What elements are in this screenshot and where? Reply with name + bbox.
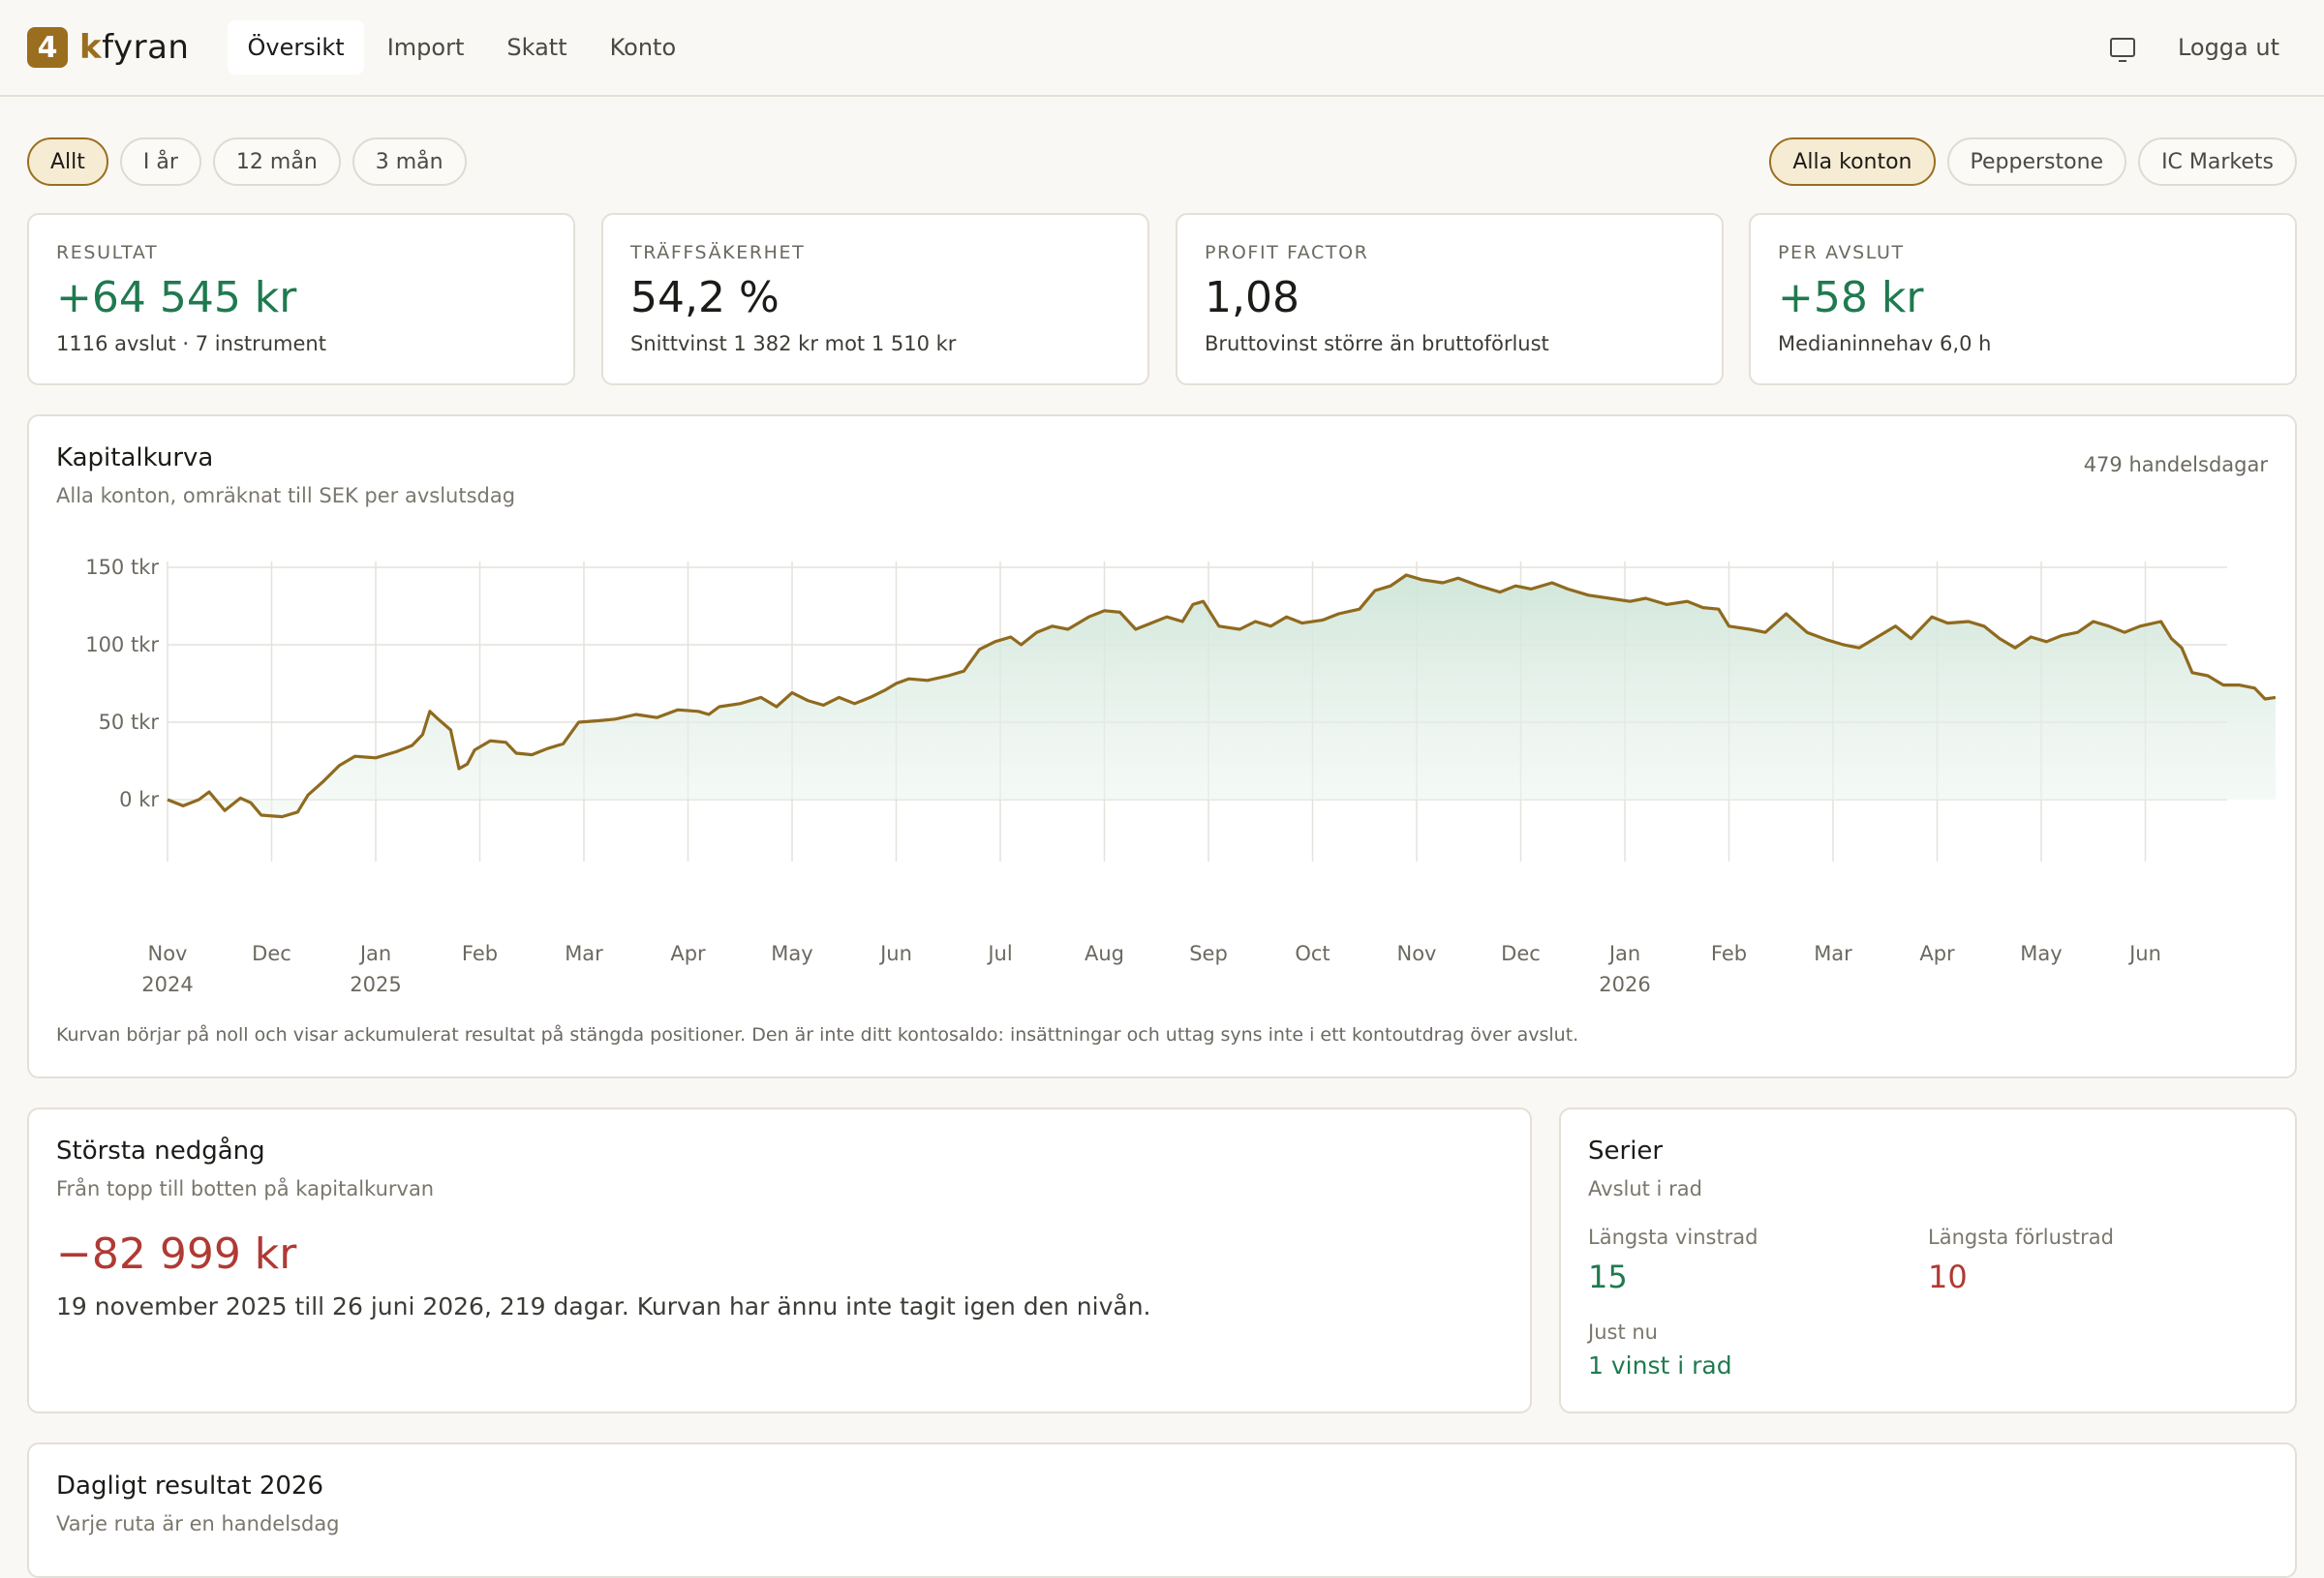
streaks-grid: Längsta vinstrad 15 Längsta förlustrad 1… (1588, 1226, 2268, 1295)
x-tick-label: Sep (1189, 942, 1228, 965)
equity-area (168, 575, 2276, 817)
y-tick-label: 0 kr (119, 788, 159, 811)
filter-bar: Allt I år 12 mån 3 mån Alla konton Peppe… (27, 137, 2297, 186)
stat-value: +64 545 kr (56, 273, 297, 322)
nav-konto[interactable]: Konto (591, 20, 696, 75)
x-tick-label: Jun (2127, 942, 2161, 965)
streaks-subtitle: Avslut i rad (1588, 1177, 1702, 1200)
stat-sub: Medianinnehav 6,0 h (1778, 332, 1992, 355)
trading-days-badge: 479 handelsdagar (2083, 453, 2268, 476)
x-tick-label: Feb (1711, 942, 1747, 965)
equity-note: Kurvan börjar på noll och visar ackumule… (56, 1024, 1579, 1046)
x-tick-label: Dec (1501, 942, 1541, 965)
period-3-months[interactable]: 3 mån (352, 137, 467, 186)
loss-streak-label: Längsta förlustrad (1928, 1226, 2114, 1249)
equity-card: 0 kr 50 tkr 100 tkr 150 tkr Nov 2024 Dec Jan 20… (27, 414, 2297, 1078)
stat-sub: Snittvinst 1 382 kr mot 1 510 kr (630, 332, 957, 355)
stat-label: RESULTAT (56, 242, 159, 263)
logo-text: kfyran (79, 28, 189, 67)
drawdown-value: −82 999 kr (56, 1229, 297, 1279)
header-actions: Logga ut (2109, 34, 2297, 62)
x-tick-year: 2025 (350, 973, 401, 996)
x-tick-label: Jun (878, 942, 912, 965)
y-tick-label: 50 tkr (99, 711, 160, 734)
y-tick-label: 100 tkr (85, 633, 159, 656)
drawdown-text: 19 november 2025 till 26 juni 2026, 219 … (56, 1292, 1151, 1320)
equity-title: Kapitalkurva (56, 443, 214, 472)
nav-import[interactable]: Import (368, 20, 484, 75)
stat-card-result: RESULTAT +64 545 kr 1116 avslut · 7 inst… (27, 213, 575, 385)
stat-value: 54,2 % (630, 273, 780, 322)
x-tick-label: Nov (148, 942, 188, 965)
stat-sub: 1116 avslut · 7 instrument (56, 332, 326, 355)
equity-chart: 0 kr 50 tkr 100 tkr 150 tkr Nov 2024 Dec Jan 20… (85, 556, 2277, 996)
daily-title: Dagligt resultat 2026 (56, 1472, 323, 1501)
account-pepperstone[interactable]: Pepperstone (1946, 137, 2127, 186)
equity-subtitle: Alla konton, omräknat till SEK per avslu… (56, 484, 516, 507)
stat-sub: Bruttovinst större än bruttoförlust (1205, 332, 1549, 355)
current-streak-label: Just nu (1588, 1320, 1658, 1344)
loss-streak: Längsta förlustrad 10 (1928, 1226, 2268, 1295)
account-all[interactable]: Alla konton (1769, 137, 1936, 186)
period-all[interactable]: Allt (27, 137, 108, 186)
x-tick-label: Oct (1295, 942, 1330, 965)
stat-card-profit-factor: PROFIT FACTOR 1,08 Bruttovinst större än… (1176, 213, 1724, 385)
logo-badge: 4 (27, 27, 68, 68)
logo[interactable]: 4 kfyran (27, 27, 189, 68)
x-tick-label: Aug (1085, 942, 1124, 965)
account-ic-markets[interactable]: IC Markets (2138, 137, 2297, 186)
win-streak: Längsta vinstrad 15 (1588, 1226, 1928, 1295)
win-streak-label: Längsta vinstrad (1588, 1226, 1758, 1249)
period-this-year[interactable]: I år (119, 137, 201, 186)
stat-label: TRÄFFSÄKERHET (630, 242, 806, 263)
x-tick-label: Apr (670, 942, 706, 965)
loss-streak-value: 10 (1928, 1259, 1968, 1295)
stat-label: PROFIT FACTOR (1205, 242, 1369, 263)
drawdown-card: Största nedgång Från topp till botten på… (27, 1108, 1532, 1413)
account-filter: Alla konton Pepperstone IC Markets (1769, 137, 2297, 186)
logo-accent: k (79, 28, 103, 67)
period-12-months[interactable]: 12 mån (212, 137, 341, 186)
x-tick-year: 2026 (1599, 973, 1650, 996)
x-tick-label: Apr (1919, 942, 1955, 965)
stat-value: +58 kr (1778, 273, 1924, 322)
current-streak: Just nu 1 vinst i rad (1588, 1320, 2268, 1380)
streaks-card: Serier Avslut i rad Längsta vinstrad 15 … (1559, 1108, 2297, 1413)
nav-oversikt[interactable]: Översikt (228, 20, 364, 75)
stat-label: PER AVSLUT (1778, 242, 1905, 263)
y-tick-label: 150 tkr (85, 556, 159, 579)
x-tick-label: May (2020, 942, 2062, 965)
x-tick-label: Jan (1607, 942, 1640, 965)
period-filter: Allt I år 12 mån 3 mån (27, 137, 467, 186)
logout-button[interactable]: Logga ut (2178, 34, 2279, 61)
logo-name: fyran (102, 28, 190, 67)
x-tick-label: May (771, 942, 812, 965)
monitor-icon[interactable] (2109, 38, 2135, 62)
top-bar: 4 kfyran Översikt Import Skatt Konto Log… (0, 0, 2324, 97)
drawdown-subtitle: Från topp till botten på kapitalkurvan (56, 1177, 435, 1200)
x-tick-year: 2024 (141, 973, 193, 996)
x-tick-label: Dec (252, 942, 291, 965)
nav-skatt[interactable]: Skatt (487, 20, 586, 75)
x-tick-label: Jul (986, 942, 1012, 965)
stat-card-hit-rate: TRÄFFSÄKERHET 54,2 % Snittvinst 1 382 kr… (601, 213, 1149, 385)
x-tick-label: Mar (565, 942, 603, 965)
stat-value: 1,08 (1205, 273, 1300, 322)
x-tick-label: Jan (358, 942, 391, 965)
streaks-title: Serier (1588, 1137, 1664, 1166)
x-tick-label: Mar (1814, 942, 1852, 965)
win-streak-value: 15 (1588, 1259, 1628, 1295)
daily-results-card: Dagligt resultat 2026 Varje ruta är en h… (27, 1442, 2297, 1578)
stat-card-per-trade: PER AVSLUT +58 kr Medianinnehav 6,0 h (1749, 213, 2297, 385)
main-nav: Översikt Import Skatt Konto (228, 20, 695, 75)
daily-subtitle: Varje ruta är en handelsdag (56, 1512, 340, 1535)
drawdown-title: Största nedgång (56, 1137, 265, 1166)
current-streak-value: 1 vinst i rad (1588, 1351, 1732, 1380)
x-tick-label: Nov (1397, 942, 1437, 965)
x-tick-label: Feb (462, 942, 498, 965)
